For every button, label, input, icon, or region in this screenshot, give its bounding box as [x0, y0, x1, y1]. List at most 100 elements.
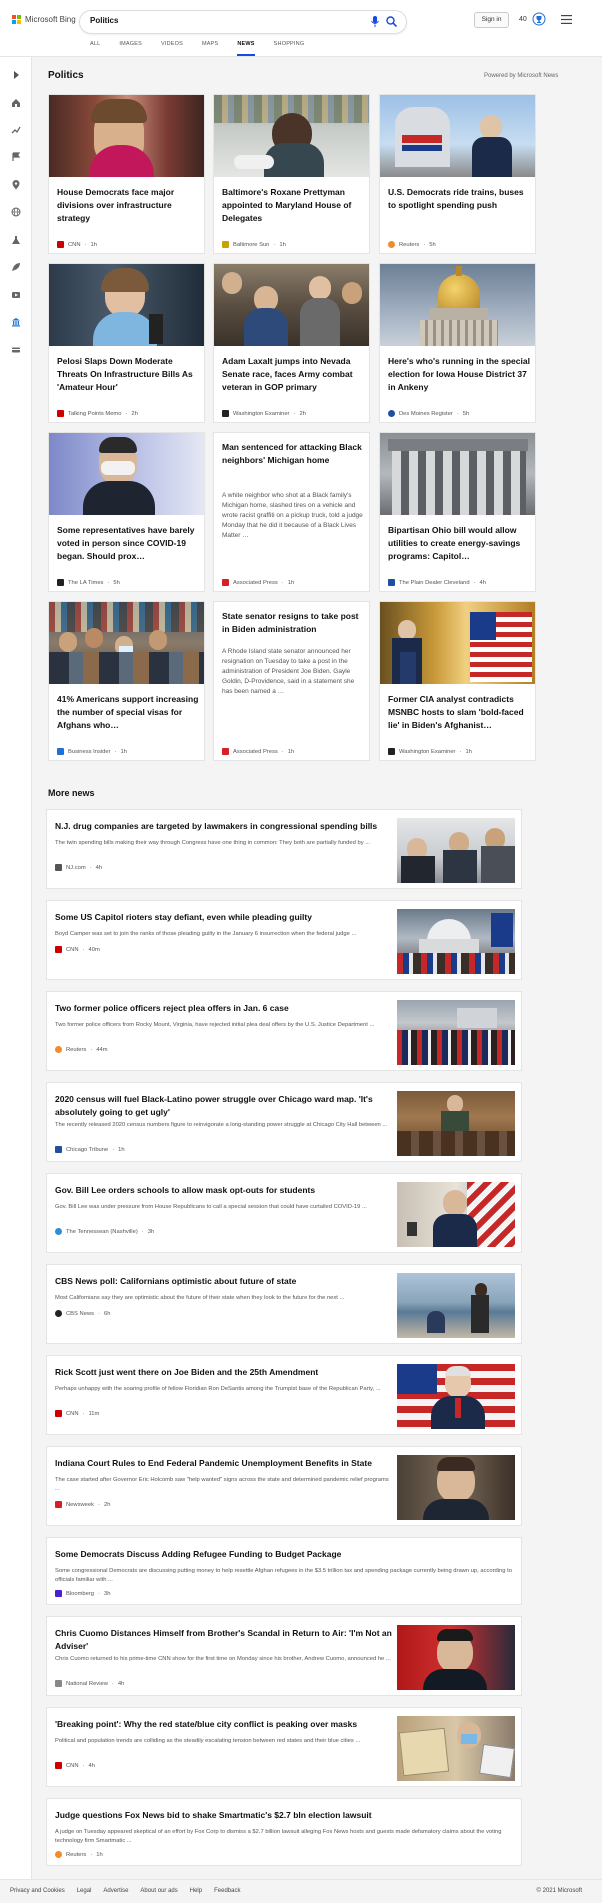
list-headline[interactable]: Some Democrats Discuss Adding Refugee Fu… — [55, 1548, 495, 1561]
news-thumbnail[interactable] — [397, 1625, 515, 1690]
news-card[interactable]: Pelosi Slaps Down Moderate Threats On In… — [48, 263, 205, 423]
hamburger-menu-icon[interactable] — [561, 15, 572, 24]
tab-all[interactable]: ALL — [90, 41, 100, 57]
card-headline[interactable]: House Democrats face major divisions ove… — [57, 186, 199, 225]
list-item[interactable]: Some Democrats Discuss Adding Refugee Fu… — [46, 1537, 522, 1605]
science-flask-icon[interactable] — [11, 235, 21, 245]
card-headline[interactable]: Baltimore's Roxane Prettyman appointed t… — [222, 186, 364, 225]
list-item[interactable]: CBS News poll: Californians optimistic a… — [46, 1264, 522, 1344]
list-item[interactable]: Indiana Court Rules to End Federal Pande… — [46, 1446, 522, 1526]
news-thumbnail[interactable] — [214, 95, 369, 177]
tab-maps[interactable]: MAPS — [202, 41, 218, 57]
list-headline[interactable]: Two former police officers reject plea o… — [55, 1002, 395, 1015]
powered-by-label[interactable]: Powered by Microsoft News — [484, 73, 558, 79]
footer-link-help[interactable]: Help — [190, 1888, 202, 1894]
list-headline[interactable]: Some US Capitol rioters stay defiant, ev… — [55, 911, 395, 924]
news-card[interactable]: Bipartisan Ohio bill would allow utiliti… — [379, 432, 536, 592]
news-thumbnail[interactable] — [397, 909, 515, 974]
news-thumbnail[interactable] — [49, 264, 204, 346]
news-card[interactable]: Here's who's running in the special elec… — [379, 263, 536, 423]
footer-link-advertise[interactable]: Advertise — [103, 1888, 128, 1894]
list-headline[interactable]: N.J. drug companies are targeted by lawm… — [55, 820, 395, 833]
list-headline[interactable]: 'Breaking point': Why the red state/blue… — [55, 1718, 395, 1731]
news-thumbnail[interactable] — [380, 602, 535, 684]
news-card[interactable]: House Democrats face major divisions ove… — [48, 94, 205, 254]
microphone-icon[interactable] — [371, 16, 379, 27]
list-item[interactable]: 'Breaking point': Why the red state/blue… — [46, 1707, 522, 1787]
list-headline[interactable]: 2020 census will fuel Black-Latino power… — [55, 1093, 395, 1119]
trending-icon[interactable] — [11, 125, 21, 135]
card-headline[interactable]: Bipartisan Ohio bill would allow utiliti… — [388, 524, 530, 563]
sign-in-button[interactable]: Sign in — [474, 12, 509, 28]
news-thumbnail[interactable] — [397, 1716, 515, 1781]
flag-icon[interactable] — [11, 152, 21, 162]
news-card[interactable]: 41% Americans support increasing the num… — [48, 601, 205, 761]
list-headline[interactable]: Judge questions Fox News bid to shake Sm… — [55, 1809, 495, 1822]
list-item[interactable]: N.J. drug companies are targeted by lawm… — [46, 809, 522, 889]
news-card[interactable]: Man sentenced for attacking Black neighb… — [213, 432, 370, 592]
list-headline[interactable]: Rick Scott just went there on Joe Biden … — [55, 1366, 395, 1379]
list-item[interactable]: Rick Scott just went there on Joe Biden … — [46, 1355, 522, 1435]
news-thumbnail[interactable] — [397, 1455, 515, 1520]
news-thumbnail[interactable] — [397, 818, 515, 883]
news-thumbnail[interactable] — [397, 1273, 515, 1338]
card-headline[interactable]: 41% Americans support increasing the num… — [57, 693, 199, 732]
card-headline[interactable]: U.S. Democrats ride trains, buses to spo… — [388, 186, 530, 212]
card-headline[interactable]: Man sentenced for attacking Black neighb… — [222, 441, 364, 467]
list-headline[interactable]: Gov. Bill Lee orders schools to allow ma… — [55, 1184, 395, 1197]
footer-link-privacy[interactable]: Privacy and Cookies — [10, 1888, 65, 1894]
card-headline[interactable]: Pelosi Slaps Down Moderate Threats On In… — [57, 355, 199, 394]
news-thumbnail[interactable] — [49, 95, 204, 177]
news-thumbnail[interactable] — [49, 433, 204, 515]
card-headline[interactable]: State senator resigns to take post in Bi… — [222, 610, 364, 636]
card-headline[interactable]: Some representatives have barely voted i… — [57, 524, 199, 563]
footer-link-about-ads[interactable]: About our ads — [140, 1888, 177, 1894]
location-pin-icon[interactable] — [11, 180, 21, 190]
news-card[interactable]: Some representatives have barely voted i… — [48, 432, 205, 592]
news-thumbnail[interactable] — [397, 1000, 515, 1065]
news-thumbnail[interactable] — [397, 1091, 515, 1156]
list-headline[interactable]: Indiana Court Rules to End Federal Pande… — [55, 1457, 395, 1470]
news-thumbnail[interactable] — [49, 602, 204, 684]
expand-arrow-icon[interactable] — [11, 70, 21, 80]
search-box[interactable]: Politics — [80, 11, 406, 33]
card-headline[interactable]: Adam Laxalt jumps into Nevada Senate rac… — [222, 355, 364, 394]
rewards-count[interactable]: 40 — [519, 16, 527, 23]
card-headline[interactable]: Former CIA analyst contradicts MSNBC hos… — [388, 693, 530, 732]
news-thumbnail[interactable] — [397, 1182, 515, 1247]
news-thumbnail[interactable] — [380, 264, 535, 346]
news-thumbnail[interactable] — [214, 264, 369, 346]
news-card[interactable]: Baltimore's Roxane Prettyman appointed t… — [213, 94, 370, 254]
news-thumbnail[interactable] — [380, 95, 535, 177]
globe-icon[interactable] — [11, 207, 21, 217]
bing-logo[interactable]: Microsoft Bing — [12, 15, 76, 24]
footer-link-feedback[interactable]: Feedback — [214, 1888, 240, 1894]
news-thumbnail[interactable] — [397, 1364, 515, 1429]
rocket-icon[interactable] — [11, 262, 21, 272]
list-headline[interactable]: Chris Cuomo Distances Himself from Broth… — [55, 1627, 395, 1653]
footer-link-legal[interactable]: Legal — [77, 1888, 92, 1894]
list-item[interactable]: Chris Cuomo Distances Himself from Broth… — [46, 1616, 522, 1696]
list-item[interactable]: Some US Capitol rioters stay defiant, ev… — [46, 900, 522, 980]
home-icon[interactable] — [11, 98, 21, 108]
tab-news[interactable]: NEWS — [237, 41, 255, 57]
list-item[interactable]: Two former police officers reject plea o… — [46, 991, 522, 1071]
news-card[interactable]: Adam Laxalt jumps into Nevada Senate rac… — [213, 263, 370, 423]
politics-building-icon[interactable] — [11, 317, 21, 327]
card-headline[interactable]: Here's who's running in the special elec… — [388, 355, 530, 394]
list-item[interactable]: Gov. Bill Lee orders schools to allow ma… — [46, 1173, 522, 1253]
search-input[interactable]: Politics — [90, 16, 118, 25]
news-card[interactable]: Former CIA analyst contradicts MSNBC hos… — [379, 601, 536, 761]
news-card[interactable]: U.S. Democrats ride trains, buses to spo… — [379, 94, 536, 254]
news-card[interactable]: State senator resigns to take post in Bi… — [213, 601, 370, 761]
search-icon[interactable] — [386, 16, 397, 27]
news-thumbnail[interactable] — [380, 433, 535, 515]
tab-images[interactable]: IMAGES — [119, 41, 142, 57]
list-item[interactable]: 2020 census will fuel Black-Latino power… — [46, 1082, 522, 1162]
list-headline[interactable]: CBS News poll: Californians optimistic a… — [55, 1275, 395, 1288]
list-item[interactable]: Judge questions Fox News bid to shake Sm… — [46, 1798, 522, 1866]
tab-videos[interactable]: VIDEOS — [161, 41, 183, 57]
entertainment-icon[interactable] — [11, 290, 21, 300]
tab-shopping[interactable]: SHOPPING — [274, 41, 305, 57]
rewards-trophy-icon[interactable] — [532, 12, 546, 26]
